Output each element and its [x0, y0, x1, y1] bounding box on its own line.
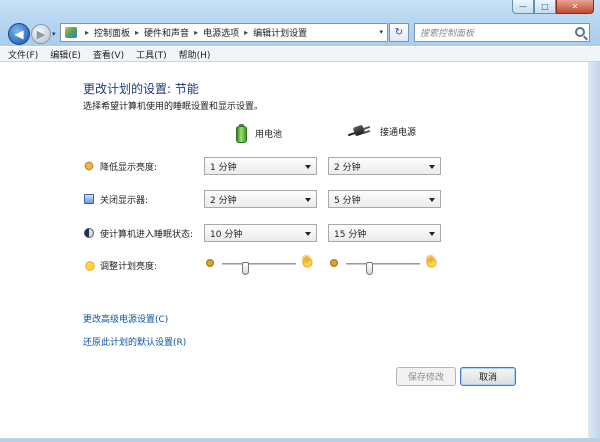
- dim-sun-icon: [330, 259, 338, 267]
- dim-sun-icon: [206, 259, 214, 267]
- breadcrumb-control-panel[interactable]: 控制面板: [94, 26, 130, 39]
- close-button[interactable]: ✕: [556, 0, 594, 14]
- maximize-button[interactable]: □: [534, 0, 556, 14]
- setting-row-dim-display: 降低显示亮度: 1 分钟 2 分钟: [84, 157, 444, 177]
- advanced-power-settings-link[interactable]: 更改高级电源设置(C): [83, 312, 168, 325]
- back-button[interactable]: ◀: [8, 23, 30, 45]
- brightness-sun-icon: [84, 260, 96, 272]
- menu-bar: 文件(F) 编辑(E) 查看(V) 工具(T) 帮助(H): [0, 47, 600, 62]
- menu-edit[interactable]: 编辑(E): [50, 48, 81, 61]
- setting-label: 使计算机进入睡眠状态:: [100, 230, 194, 240]
- sleep-battery-select[interactable]: 10 分钟: [204, 224, 317, 242]
- minimize-button[interactable]: —: [512, 0, 534, 14]
- select-value: 1 分钟: [210, 162, 237, 173]
- select-value: 5 分钟: [334, 195, 361, 206]
- sleep-moon-icon: [84, 228, 94, 238]
- main-content: 更改计划的设置: 节能 选择希望计算机使用的睡眠设置和显示设置。 用电池 接通电…: [0, 62, 600, 442]
- monitor-icon: [84, 194, 94, 204]
- setting-label: 关闭显示器:: [100, 196, 149, 206]
- power-plug-icon: [347, 124, 372, 138]
- menu-tools[interactable]: 工具(T): [136, 48, 167, 61]
- page-title: 更改计划的设置: 节能: [83, 82, 199, 96]
- window-titlebar: — □ ✕ ◀ ▶ ▾ ▸ 控制面板 ▸ 硬件和声音 ▸ 电源选项 ▸ 编辑计划…: [0, 0, 600, 46]
- turn-off-display-plugged-select[interactable]: 5 分钟: [328, 190, 441, 208]
- save-changes-button[interactable]: 保存修改: [396, 367, 456, 386]
- slider-thumb[interactable]: [366, 262, 373, 275]
- slider-thumb[interactable]: [242, 262, 249, 275]
- column-header-battery: 用电池: [236, 124, 282, 143]
- search-input[interactable]: 搜索控制面板: [414, 23, 590, 42]
- restore-defaults-link[interactable]: 还原此计划的默认设置(R): [83, 335, 186, 348]
- select-value: 2 分钟: [210, 195, 237, 206]
- dim-display-battery-select[interactable]: 1 分钟: [204, 157, 317, 175]
- dropdown-arrow-icon: [429, 198, 435, 202]
- column-header-plugged: 接通电源: [347, 124, 417, 138]
- dropdown-arrow-icon: [305, 198, 311, 202]
- setting-row-turn-off-display: 关闭显示器: 2 分钟 5 分钟: [84, 190, 444, 210]
- bright-sun-icon: [301, 254, 314, 269]
- control-panel-icon: [65, 27, 77, 38]
- window-controls: — □ ✕: [512, 0, 594, 14]
- select-value: 10 分钟: [210, 229, 243, 240]
- battery-icon: [236, 124, 247, 143]
- select-value: 2 分钟: [334, 162, 361, 173]
- setting-label: 调整计划亮度:: [100, 262, 158, 272]
- dropdown-arrow-icon: [429, 232, 435, 236]
- search-icon[interactable]: [575, 27, 585, 37]
- refresh-button[interactable]: ↻: [389, 23, 409, 42]
- breadcrumb-hardware-sound[interactable]: 硬件和声音: [144, 26, 189, 39]
- cancel-button[interactable]: 取消: [460, 367, 516, 386]
- breadcrumb-separator[interactable]: ▸: [85, 28, 89, 37]
- breadcrumb-separator[interactable]: ▸: [244, 28, 248, 37]
- breadcrumb-separator[interactable]: ▸: [194, 28, 198, 37]
- dropdown-arrow-icon: [305, 232, 311, 236]
- select-value: 15 分钟: [334, 229, 367, 240]
- breadcrumb-power-options[interactable]: 电源选项: [203, 26, 239, 39]
- menu-view[interactable]: 查看(V): [93, 48, 124, 61]
- recent-pages-dropdown[interactable]: ▾: [52, 30, 56, 38]
- menu-help[interactable]: 帮助(H): [179, 48, 211, 61]
- dim-display-icon: [84, 161, 94, 171]
- dim-display-plugged-select[interactable]: 2 分钟: [328, 157, 441, 175]
- turn-off-display-battery-select[interactable]: 2 分钟: [204, 190, 317, 208]
- column-label-plugged: 接通电源: [380, 127, 417, 138]
- dropdown-arrow-icon: [305, 165, 311, 169]
- search-placeholder: 搜索控制面板: [420, 29, 475, 39]
- setting-label: 降低显示亮度:: [100, 163, 158, 173]
- page-subtitle: 选择希望计算机使用的睡眠设置和显示设置。: [83, 102, 264, 112]
- breadcrumb-edit-plan[interactable]: 编辑计划设置: [253, 26, 307, 39]
- window-bottom-border: [0, 438, 600, 442]
- setting-row-brightness: 调整计划亮度:: [84, 254, 444, 276]
- address-dropdown-icon[interactable]: ▾: [379, 28, 383, 36]
- bright-sun-icon: [425, 254, 438, 269]
- menu-file[interactable]: 文件(F): [8, 48, 38, 61]
- forward-button[interactable]: ▶: [31, 24, 51, 44]
- dropdown-arrow-icon: [429, 165, 435, 169]
- sleep-plugged-select[interactable]: 15 分钟: [328, 224, 441, 242]
- window-right-border: [588, 62, 600, 442]
- column-label-battery: 用电池: [255, 130, 283, 140]
- slider-track[interactable]: [346, 262, 420, 275]
- address-bar[interactable]: ▸ 控制面板 ▸ 硬件和声音 ▸ 电源选项 ▸ 编辑计划设置 ▾: [60, 23, 388, 42]
- setting-row-sleep: 使计算机进入睡眠状态: 10 分钟 15 分钟: [84, 224, 444, 244]
- breadcrumb-separator[interactable]: ▸: [135, 28, 139, 37]
- slider-track[interactable]: [222, 262, 296, 275]
